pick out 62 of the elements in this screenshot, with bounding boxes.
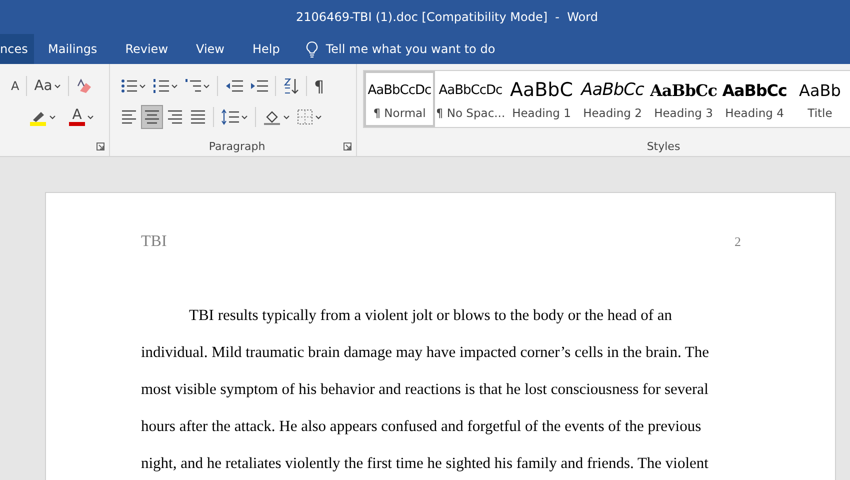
style-name: Heading 3 [654,106,713,120]
caret-icon [54,84,62,88]
window-title: 2106469-TBI (1).doc [Compatibility Mode] - Word [295,10,598,24]
style-name: Heading 2 [583,106,642,120]
caret-icon [241,114,248,120]
caret-icon [139,84,146,88]
style-preview: AaBbCc [722,80,787,102]
ribbon-tab[interactable]: nces [0,34,34,64]
style-preview: AaBbCc [581,79,644,102]
page-number: 2 [734,234,741,250]
font-color-button[interactable]: A [66,106,97,128]
dialog-launcher-icon [96,142,105,151]
caret-icon [49,114,56,120]
group-label: Styles [646,140,680,152]
caret-icon [171,84,178,88]
caret-icon [87,114,94,120]
ribbon-tab[interactable]: Help [238,34,294,64]
borders-icon [297,109,313,125]
align-left-icon [121,109,137,125]
sort-icon [283,77,299,95]
dialog-launcher-icon [343,142,352,151]
body-text-line: hours after the attack. He also appears confused and forgetful of the events of the previous [141,417,702,437]
grow-font-button[interactable]: A [8,75,22,97]
change-case-button[interactable]: Aa [31,75,64,97]
align-justify-icon [190,109,206,125]
style-preview: AaBb [799,80,841,102]
numbering-icon [153,78,169,94]
group-label: Paragraph [208,140,266,152]
ribbon-tab[interactable]: View [182,34,238,64]
style-preview: AaBbCcDc [438,82,502,100]
lightbulb-icon [306,40,318,58]
multilevel-list-icon [185,78,201,94]
show-marks-button[interactable]: ¶ [311,75,328,97]
caret-icon [283,114,290,120]
style-name: Heading 1 [512,106,571,120]
style-preview: AaBbC [510,78,573,102]
tell-me-field[interactable]: Tell me what you want to do [326,42,496,56]
increase-indent-icon [250,79,268,93]
line-spacing-icon [221,109,239,125]
align-right-icon [167,109,183,125]
style-name: ¶ Normal [373,106,426,120]
style-item[interactable]: AaBbCcDc ¶ Normal [364,71,435,127]
ribbon-tab[interactable]: Review [111,34,182,64]
body-text-line: night, and he retaliates violently the first time he sighted his family and friends. The violent [141,454,710,474]
body-text-line: TBI results typically from a violent jolt or blows to the body or the head of an [188,306,673,326]
decrease-indent-icon [225,79,243,93]
caret-icon [203,84,210,88]
bullets-icon [121,78,137,94]
body-text-line: individual. Mild traumatic brain damage may have impacted corner’s cells in the brain. The [141,343,710,363]
ribbon-tab[interactable]: Mailings [34,34,112,64]
style-name: Title [808,106,832,120]
style-preview: AaBbCc [650,80,717,102]
style-name: Heading 4 [725,106,784,120]
running-header: TBI [141,233,167,251]
caret-icon [315,114,322,120]
style-preview: AaBbCcDc [368,82,432,100]
shading-icon [263,109,281,125]
body-text-line: most visible symptom of his behavior and reactions is that he lost consciousness for several [141,380,710,400]
align-center-button[interactable] [141,105,163,129]
eraser-icon [76,78,92,94]
style-name: ¶ No Spac... [437,106,504,120]
align-center-icon [144,109,160,125]
